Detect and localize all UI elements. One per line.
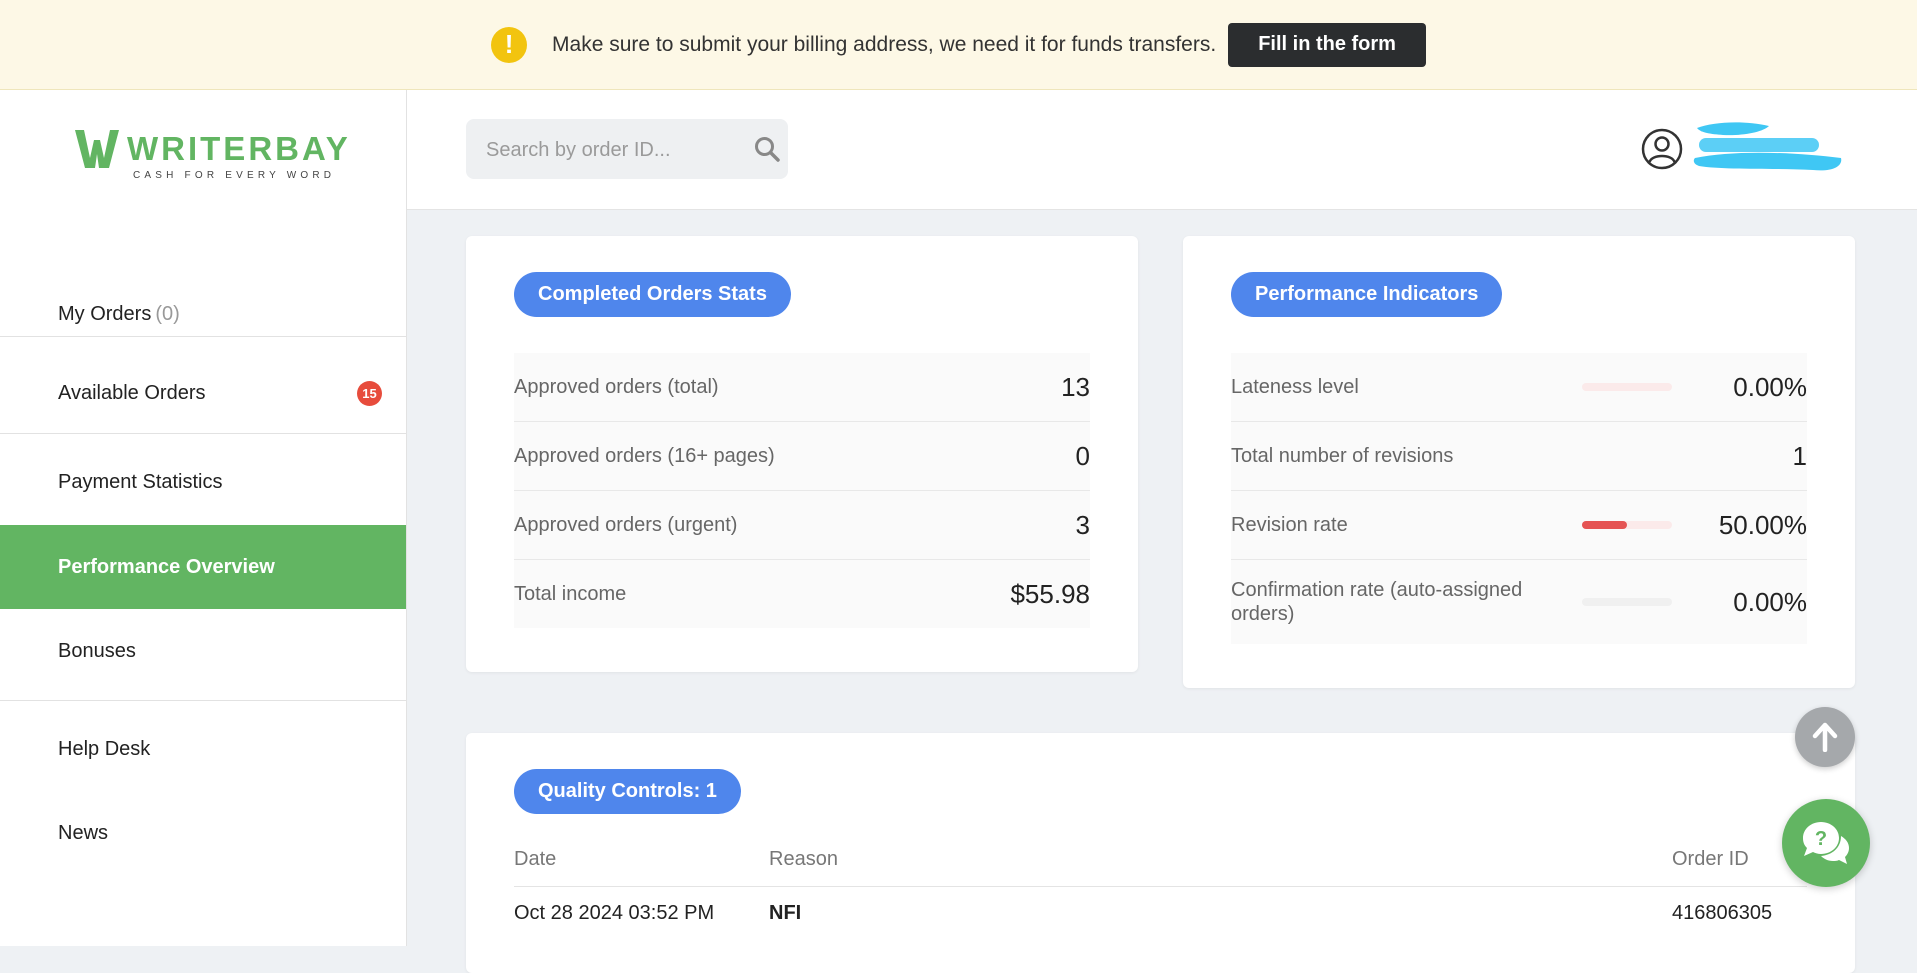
logo[interactable]: WRITERBAY CASH FOR EVERY WORD — [75, 130, 351, 181]
column-header-order-id: Order ID — [1672, 848, 1749, 870]
sidebar-item-available-orders[interactable]: Available Orders 15 — [0, 356, 406, 430]
qc-date: Oct 28 2024 03:52 PM — [514, 902, 715, 924]
progress-fill — [1582, 521, 1627, 529]
stat-value: 3 — [1075, 509, 1090, 540]
indicator-label: Revision rate — [1231, 513, 1348, 536]
sidebar-item-payment-statistics[interactable]: Payment Statistics — [0, 440, 406, 524]
indicator-label: Confirmation rate (auto-assigned orders) — [1231, 579, 1523, 625]
indicator-value: 1 — [1792, 440, 1807, 471]
sidebar-item-news[interactable]: News — [0, 791, 406, 875]
help-chat-button[interactable]: ? — [1782, 799, 1870, 887]
qc-order-id[interactable]: 416806305 — [1672, 902, 1772, 925]
user-circle-icon[interactable] — [1641, 128, 1683, 170]
divider — [0, 336, 406, 337]
logo-tagline: CASH FOR EVERY WORD — [133, 170, 336, 181]
sidebar-item-bonuses[interactable]: Bonuses — [0, 609, 406, 693]
qc-reason: NFI — [769, 902, 802, 924]
search-box — [466, 119, 788, 181]
indicator-row: Revision rate 50.00% — [1231, 491, 1807, 560]
indicator-row: Lateness level 0.00% — [1231, 353, 1807, 422]
stat-value: 13 — [1061, 371, 1090, 402]
column-header-date: Date — [514, 848, 557, 870]
sidebar-item-label: Help Desk — [58, 737, 151, 760]
performance-indicators-title: Performance Indicators — [1231, 272, 1503, 317]
progress-bar — [1582, 598, 1672, 606]
performance-indicators-card: Performance Indicators Lateness level 0.… — [1183, 236, 1855, 688]
indicator-label: Lateness level — [1231, 375, 1359, 398]
divider — [0, 433, 406, 434]
indicator-value: 0.00% — [1733, 371, 1807, 402]
available-orders-badge: 15 — [357, 380, 382, 406]
stat-value: $55.98 — [1010, 578, 1090, 609]
exclamation-icon: ! — [491, 26, 528, 63]
sidebar-item-my-orders[interactable]: My Orders (0) — [0, 287, 406, 341]
completed-orders-title: Completed Orders Stats — [514, 272, 791, 317]
sidebar-item-label: My Orders — [58, 302, 152, 325]
indicator-label: Total number of revisions — [1231, 444, 1454, 467]
sidebar-item-label: Performance Overview — [58, 555, 275, 578]
completed-orders-card: Completed Orders Stats Approved orders (… — [466, 236, 1138, 672]
stat-row: Total income $55.98 — [514, 560, 1090, 628]
stat-row: Approved orders (total) 13 — [514, 353, 1090, 422]
divider — [514, 886, 1807, 887]
stat-label: Approved orders (total) — [514, 375, 719, 398]
progress-bar — [1582, 383, 1672, 391]
column-header-reason: Reason — [769, 848, 838, 870]
stat-row: Approved orders (urgent) 3 — [514, 491, 1090, 560]
indicator-row: Total number of revisions 1 — [1231, 422, 1807, 491]
scroll-to-top-button[interactable] — [1795, 707, 1855, 767]
sidebar-item-label: News — [58, 821, 109, 844]
logo-mark-icon — [75, 130, 119, 168]
indicator-row: Confirmation rate (auto-assigned orders)… — [1231, 560, 1807, 644]
stat-label: Approved orders (urgent) — [514, 513, 738, 536]
search-icon[interactable] — [754, 136, 780, 162]
orders-count: (0) — [155, 302, 180, 325]
redacted-user-info — [1693, 122, 1842, 171]
svg-text:?: ? — [1815, 828, 1827, 850]
indicator-value: 50.00% — [1718, 509, 1807, 540]
fill-form-button[interactable]: Fill in the form — [1228, 22, 1426, 67]
progress-bar — [1582, 521, 1672, 529]
help-chat-icon: ? — [1803, 822, 1849, 864]
stat-value: 0 — [1075, 440, 1090, 471]
sidebar-item-label: Payment Statistics — [58, 470, 223, 493]
stat-label: Approved orders (16+ pages) — [514, 444, 775, 467]
logo-wordmark: WRITERBAY — [127, 130, 351, 167]
notice-text: Make sure to submit your billing address… — [552, 32, 1217, 56]
stat-label: Total income — [514, 582, 627, 605]
quality-controls-card: Quality Controls: 1 Date Reason Order ID… — [466, 733, 1855, 973]
sidebar-item-label: Bonuses — [58, 639, 136, 662]
billing-notice-bar: ! Make sure to submit your billing addre… — [0, 0, 1917, 90]
sidebar-item-help-desk[interactable]: Help Desk — [0, 707, 406, 791]
quality-controls-title: Quality Controls: 1 — [514, 769, 741, 814]
divider — [0, 700, 406, 701]
top-bar — [407, 90, 1917, 210]
sidebar: WRITERBAY CASH FOR EVERY WORD My Orders … — [0, 90, 407, 946]
search-input[interactable] — [484, 119, 738, 181]
sidebar-item-performance-overview[interactable]: Performance Overview — [0, 525, 406, 609]
arrow-up-icon — [1812, 722, 1838, 752]
sidebar-item-label: Available Orders — [58, 381, 206, 404]
indicator-value: 0.00% — [1733, 586, 1807, 617]
stat-row: Approved orders (16+ pages) 0 — [514, 422, 1090, 491]
